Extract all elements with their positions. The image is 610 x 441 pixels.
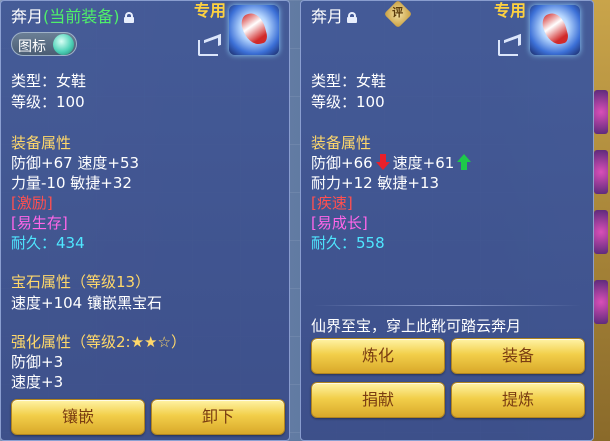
special-effect: [激励] [11, 194, 53, 212]
exclusive-label: 专用 [494, 1, 527, 20]
durability: 耐久：434 [11, 234, 85, 252]
inventory-slot[interactable] [594, 90, 608, 134]
share-icon[interactable] [197, 35, 221, 56]
equip-button[interactable]: 装备 [451, 338, 585, 374]
item-name-row: 奔月 [311, 3, 358, 27]
gem-orb-icon [53, 34, 74, 55]
attr-defense: 防御+66 [311, 154, 373, 172]
refine-button[interactable]: 炼化 [311, 338, 445, 374]
inlay-button[interactable]: 镶嵌 [11, 399, 145, 435]
side-inventory-strip [592, 0, 610, 441]
divider [313, 305, 581, 306]
enhance-line-2: 速度+3 [11, 373, 64, 391]
item-level: 等级：100 [11, 93, 85, 111]
special-skill: [易成长] [311, 214, 368, 232]
exclusive-label: 专用 [194, 1, 227, 20]
item-name: 奔月 [311, 7, 344, 26]
inventory-slot[interactable] [594, 210, 608, 254]
item-type: 类型：女鞋 [11, 72, 87, 90]
badge-label: 图标 [18, 39, 46, 55]
inventory-slot[interactable] [594, 280, 608, 324]
special-effect: [疾速] [311, 194, 353, 212]
enhance-attr-header: 强化属性（等级2:★★☆） [11, 333, 186, 351]
equipped-tag: (当前装备) [43, 7, 120, 26]
special-skill: [易生存] [11, 214, 68, 232]
attr-line-1: 防御+67 速度+53 [11, 154, 140, 172]
item-description: 仙界至宝，穿上此靴可踏云奔月 [311, 317, 522, 335]
rating-badge[interactable]: 评 [383, 0, 413, 29]
item-boots-icon [530, 5, 580, 55]
extract-button[interactable]: 提炼 [451, 382, 585, 418]
equip-attr-header: 装备属性 [11, 134, 72, 152]
gem-attr-header: 宝石属性（等级13） [11, 273, 151, 291]
arrow-down-icon [375, 154, 390, 171]
equip-attr-header: 装备属性 [311, 134, 372, 152]
item-type: 类型：女鞋 [311, 72, 387, 90]
lock-icon [123, 12, 134, 23]
donate-button[interactable]: 捐献 [311, 382, 445, 418]
attr-line-1: 防御+66 速度+61 [311, 152, 474, 173]
lock-icon [347, 12, 358, 23]
icon-toggle-badge[interactable]: 图标 [11, 32, 77, 56]
durability: 耐久：558 [311, 234, 385, 252]
arrow-up-icon [457, 154, 472, 171]
gem-attr-line: 速度+104 镶嵌黑宝石 [11, 294, 162, 312]
compare-item-tooltip: 奔月 评 专用 类型：女鞋 等级：100 装备属性 防御+66 速度+61 耐力+… [300, 0, 594, 441]
inventory-slot[interactable] [594, 150, 608, 194]
attr-line-2: 力量-10 敏捷+32 [11, 174, 132, 192]
unequip-button[interactable]: 卸下 [151, 399, 285, 435]
share-icon[interactable] [497, 35, 521, 56]
item-level: 等级：100 [311, 93, 385, 111]
attr-speed: 速度+61 [392, 154, 455, 172]
item-boots-icon [229, 5, 279, 55]
item-name: 奔月 [11, 7, 44, 26]
item-name-row: 奔月(当前装备) [11, 3, 134, 27]
rating-badge-label: 评 [392, 6, 404, 20]
enhance-line-1: 防御+3 [11, 353, 64, 371]
equipped-item-tooltip: 奔月(当前装备) 专用 图标 类型：女鞋 等级：100 装备属性 防御+67 速… [0, 0, 290, 441]
attr-line-2: 耐力+12 敏捷+13 [311, 174, 440, 192]
